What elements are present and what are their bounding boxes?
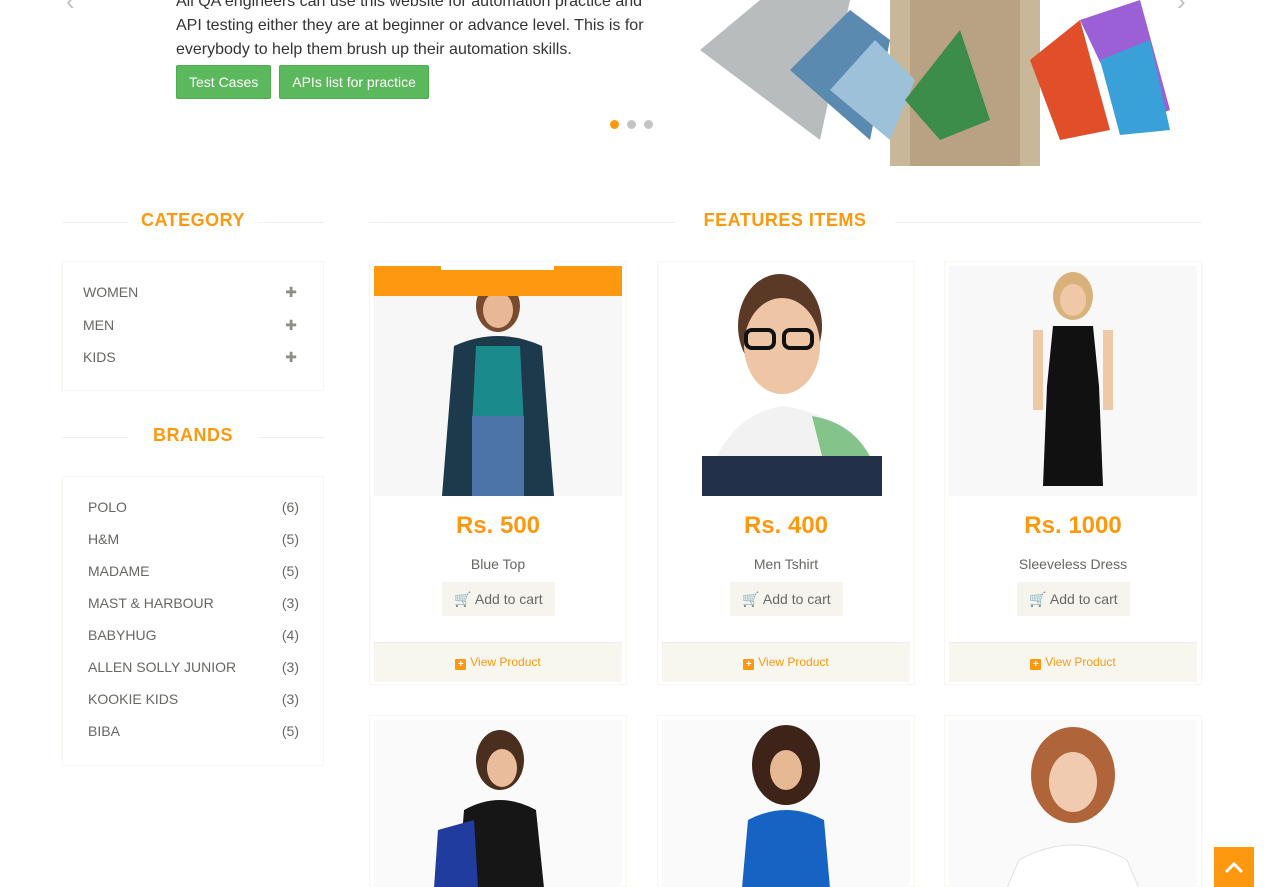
add-to-cart-label: Add to cart: [474, 591, 543, 607]
view-product-link[interactable]: + View Product: [945, 655, 1201, 670]
brand-item[interactable]: H&M (5): [88, 531, 299, 547]
slider-text-body: API testing either they are at beginner …: [176, 17, 644, 58]
brand-item[interactable]: BIBA (5): [88, 723, 299, 739]
brand-count: (3): [281, 659, 299, 675]
view-product-link[interactable]: + View Product: [370, 655, 626, 670]
slider-indicators: [610, 120, 653, 129]
add-to-cart-button[interactable]: 🛒 Add to cart: [1017, 582, 1130, 616]
brand-count: (3): [281, 691, 299, 707]
chevron-right-icon[interactable]: ›: [1177, 0, 1186, 17]
brand-name: POLO: [88, 499, 127, 515]
add-to-cart-button[interactable]: 🛒 Add to cart: [730, 582, 843, 616]
product-card: [944, 715, 1202, 887]
add-to-cart-button[interactable]: 🛒 Add to cart: [442, 582, 555, 616]
features-title: FEATURES ITEMS: [675, 210, 895, 231]
add-to-cart-label: Add to cart: [762, 591, 831, 607]
category-label: KIDS: [83, 349, 116, 365]
category-item-women[interactable]: WOMEN ✚: [83, 284, 297, 301]
slider-description: All QA engineers can use this website fo…: [176, 0, 656, 62]
product-card: Rs. 400 Men Tshirt 🛒 Add to cart + View P…: [657, 261, 915, 685]
brand-name: H&M: [88, 531, 120, 547]
product-card: [657, 715, 915, 887]
plus-icon[interactable]: ✚: [285, 317, 297, 334]
hero-image: [700, 0, 1181, 166]
plus-icon[interactable]: ✚: [285, 284, 297, 301]
brand-item[interactable]: BABYHUG (4): [88, 627, 299, 643]
brands-panel: POLO (6) H&M (5) MADAME (5) MAST & HARBO…: [62, 476, 324, 766]
scroll-to-top-button[interactable]: [1214, 847, 1254, 887]
product-name: Men Tshirt: [753, 556, 819, 572]
brand-name: MAST & HARBOUR: [88, 595, 214, 611]
plus-icon[interactable]: ✚: [285, 349, 297, 366]
brand-item[interactable]: ALLEN SOLLY JUNIOR (3): [88, 659, 299, 675]
brand-count: (5): [281, 563, 299, 579]
brand-count: (3): [281, 595, 299, 611]
view-product-label: View Product: [758, 655, 829, 669]
plus-square-icon: +: [1030, 659, 1042, 670]
brand-count: (4): [281, 627, 299, 643]
product-image: [374, 720, 622, 887]
product-image: [662, 720, 910, 887]
brand-item[interactable]: MAST & HARBOUR (3): [88, 595, 299, 611]
brand-item[interactable]: KOOKIE KIDS (3): [88, 691, 299, 707]
product-name: Sleeveless Dress: [1018, 556, 1128, 572]
brand-count: (5): [281, 531, 299, 547]
category-title: CATEGORY: [128, 210, 258, 231]
brand-name: BABYHUG: [88, 627, 157, 643]
hero-slider: ‹ All QA engineers can use this website …: [0, 0, 1280, 170]
product-card: Rs. 1000 Sleeveless Dress 🛒 Add to cart …: [944, 261, 1202, 685]
category-label: MEN: [83, 317, 115, 333]
apis-list-button[interactable]: APIs list for practice: [279, 65, 429, 99]
brand-name: BIBA: [88, 723, 120, 739]
test-cases-button[interactable]: Test Cases: [176, 65, 272, 99]
cart-icon: 🛒: [454, 591, 472, 607]
slider-dot[interactable]: [627, 120, 636, 129]
chevron-up-icon: [1224, 861, 1244, 874]
sale-banner: [374, 266, 622, 296]
brand-name: MADAME: [88, 563, 150, 579]
product-card: [369, 715, 627, 887]
product-image: [374, 266, 622, 496]
slider-dot[interactable]: [610, 120, 619, 129]
brand-name: KOOKIE KIDS: [88, 691, 179, 707]
brand-name: ALLEN SOLLY JUNIOR: [88, 659, 237, 675]
product-price: Rs. 400: [743, 512, 829, 539]
product-image: [949, 266, 1197, 496]
view-product-label: View Product: [1045, 655, 1116, 669]
brand-count: (5): [281, 723, 299, 739]
product-price: Rs. 500: [455, 512, 541, 539]
slider-dot[interactable]: [644, 120, 653, 129]
product-image: [662, 266, 910, 496]
product-name: Blue Top: [470, 556, 526, 572]
plus-square-icon: +: [743, 659, 755, 670]
category-label: WOMEN: [83, 284, 139, 300]
plus-square-icon: +: [455, 659, 467, 670]
brand-item[interactable]: POLO (6): [88, 499, 299, 515]
category-item-men[interactable]: MEN ✚: [83, 317, 297, 334]
chevron-left-icon[interactable]: ‹: [66, 0, 75, 17]
view-product-link[interactable]: + View Product: [658, 655, 914, 670]
category-item-kids[interactable]: KIDS ✚: [83, 349, 297, 366]
cart-icon: 🛒: [742, 591, 760, 607]
brand-item[interactable]: MADAME (5): [88, 563, 299, 579]
add-to-cart-label: Add to cart: [1049, 591, 1118, 607]
slider-text-line-top: All QA engineers can use this website fo…: [176, 0, 643, 10]
view-product-label: View Product: [470, 655, 541, 669]
brands-title: BRANDS: [128, 425, 258, 446]
product-card: Rs. 500 Blue Top 🛒 Add to cart + View Pro…: [369, 261, 627, 685]
brand-count: (6): [281, 499, 299, 515]
category-panel: WOMEN ✚ MEN ✚ KIDS ✚: [62, 261, 324, 391]
product-price: Rs. 1000: [1024, 512, 1122, 539]
product-image: [949, 720, 1197, 887]
cart-icon: 🛒: [1029, 591, 1047, 607]
